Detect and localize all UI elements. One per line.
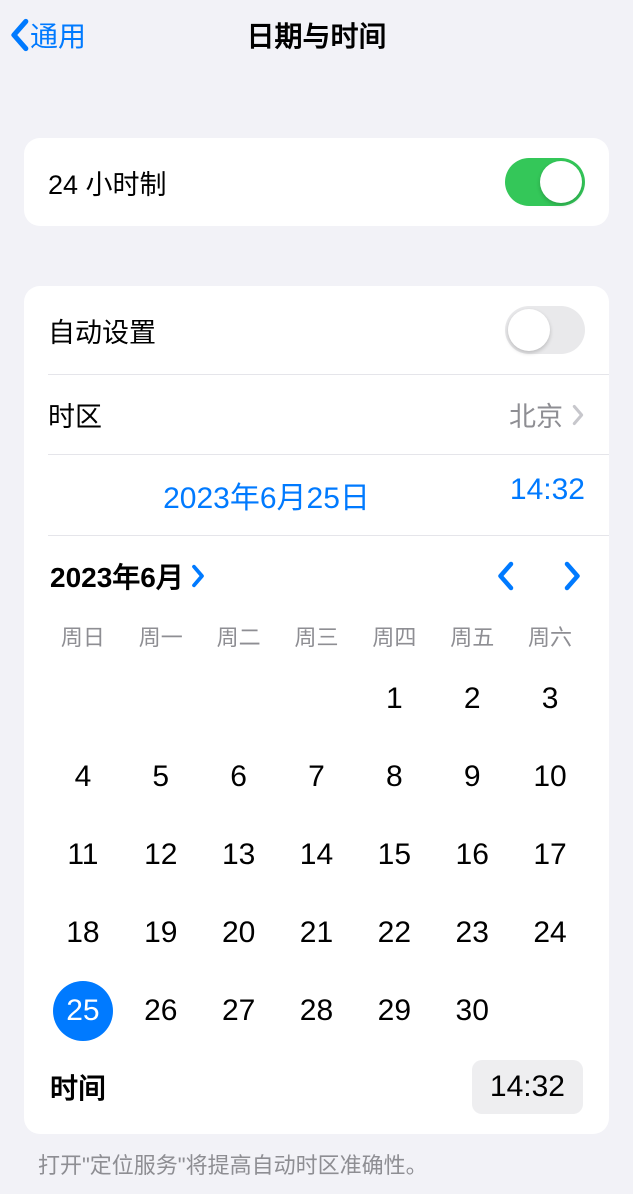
calendar-day[interactable]: 14 — [278, 816, 356, 894]
calendar-day[interactable]: 18 — [44, 894, 122, 972]
calendar-day[interactable]: 8 — [355, 738, 433, 816]
toggle-24h[interactable] — [505, 158, 585, 206]
calendar-day[interactable]: 6 — [200, 738, 278, 816]
time-picker-button[interactable]: 14:32 — [472, 1060, 583, 1114]
calendar-day[interactable]: 12 — [122, 816, 200, 894]
footer-hint: 打开"定位服务"将提高自动时区准确性。 — [0, 1134, 633, 1194]
calendar-day[interactable]: 29 — [355, 972, 433, 1050]
page-title: 日期与时间 — [0, 15, 633, 55]
time-label: 时间 — [50, 1067, 106, 1107]
toggle-auto[interactable] — [505, 306, 585, 354]
weekday-label: 周五 — [433, 620, 511, 652]
label-auto: 自动设置 — [48, 311, 156, 350]
row-timezone[interactable]: 时区 北京 — [24, 375, 609, 454]
calendar-day[interactable]: 19 — [122, 894, 200, 972]
prev-month-button[interactable] — [495, 561, 515, 591]
calendar-day[interactable]: 26 — [122, 972, 200, 1050]
calendar-empty — [200, 660, 278, 738]
calendar-day[interactable]: 9 — [433, 738, 511, 816]
chevron-right-icon — [571, 404, 585, 426]
label-24h: 24 小时制 — [48, 163, 167, 202]
calendar-day[interactable]: 7 — [278, 738, 356, 816]
calendar-day[interactable]: 4 — [44, 738, 122, 816]
calendar-empty — [122, 660, 200, 738]
calendar-day[interactable]: 15 — [355, 816, 433, 894]
label-timezone: 时区 — [48, 395, 102, 434]
value-timezone: 北京 — [509, 395, 563, 434]
calendar-day[interactable]: 11 — [44, 816, 122, 894]
calendar-day[interactable]: 21 — [278, 894, 356, 972]
calendar-day[interactable]: 28 — [278, 972, 356, 1050]
weekday-label: 周日 — [44, 620, 122, 652]
calendar-day[interactable]: 27 — [200, 972, 278, 1050]
back-button[interactable]: 通用 — [0, 15, 86, 55]
calendar-day[interactable]: 25 — [44, 972, 122, 1050]
weekday-label: 周二 — [200, 620, 278, 652]
next-month-button[interactable] — [563, 561, 583, 591]
weekday-label: 周一 — [122, 620, 200, 652]
selected-date[interactable]: 2023年6月25日 — [48, 473, 485, 517]
calendar-day[interactable]: 3 — [511, 660, 589, 738]
calendar-day[interactable]: 16 — [433, 816, 511, 894]
calendar-day[interactable]: 2 — [433, 660, 511, 738]
calendar-day[interactable]: 22 — [355, 894, 433, 972]
back-label: 通用 — [30, 15, 86, 55]
selected-time[interactable]: 14:32 — [485, 473, 585, 517]
calendar-empty — [278, 660, 356, 738]
chevron-left-icon — [8, 18, 30, 52]
row-auto: 自动设置 — [24, 286, 609, 374]
month-label: 2023年6月 — [50, 556, 184, 596]
calendar-day[interactable]: 17 — [511, 816, 589, 894]
weekday-label: 周六 — [511, 620, 589, 652]
calendar-day[interactable]: 13 — [200, 816, 278, 894]
weekday-label: 周三 — [278, 620, 356, 652]
row-24h: 24 小时制 — [24, 138, 609, 226]
calendar-day[interactable]: 5 — [122, 738, 200, 816]
calendar-empty — [44, 660, 122, 738]
calendar-day[interactable]: 24 — [511, 894, 589, 972]
calendar-day[interactable]: 30 — [433, 972, 511, 1050]
weekday-label: 周四 — [355, 620, 433, 652]
row-datetime: 2023年6月25日 14:32 — [24, 455, 609, 535]
calendar-day[interactable]: 23 — [433, 894, 511, 972]
calendar-day[interactable]: 10 — [511, 738, 589, 816]
calendar-day[interactable]: 1 — [355, 660, 433, 738]
calendar-day[interactable]: 20 — [200, 894, 278, 972]
chevron-right-icon — [190, 564, 206, 588]
month-picker-button[interactable]: 2023年6月 — [50, 556, 206, 596]
